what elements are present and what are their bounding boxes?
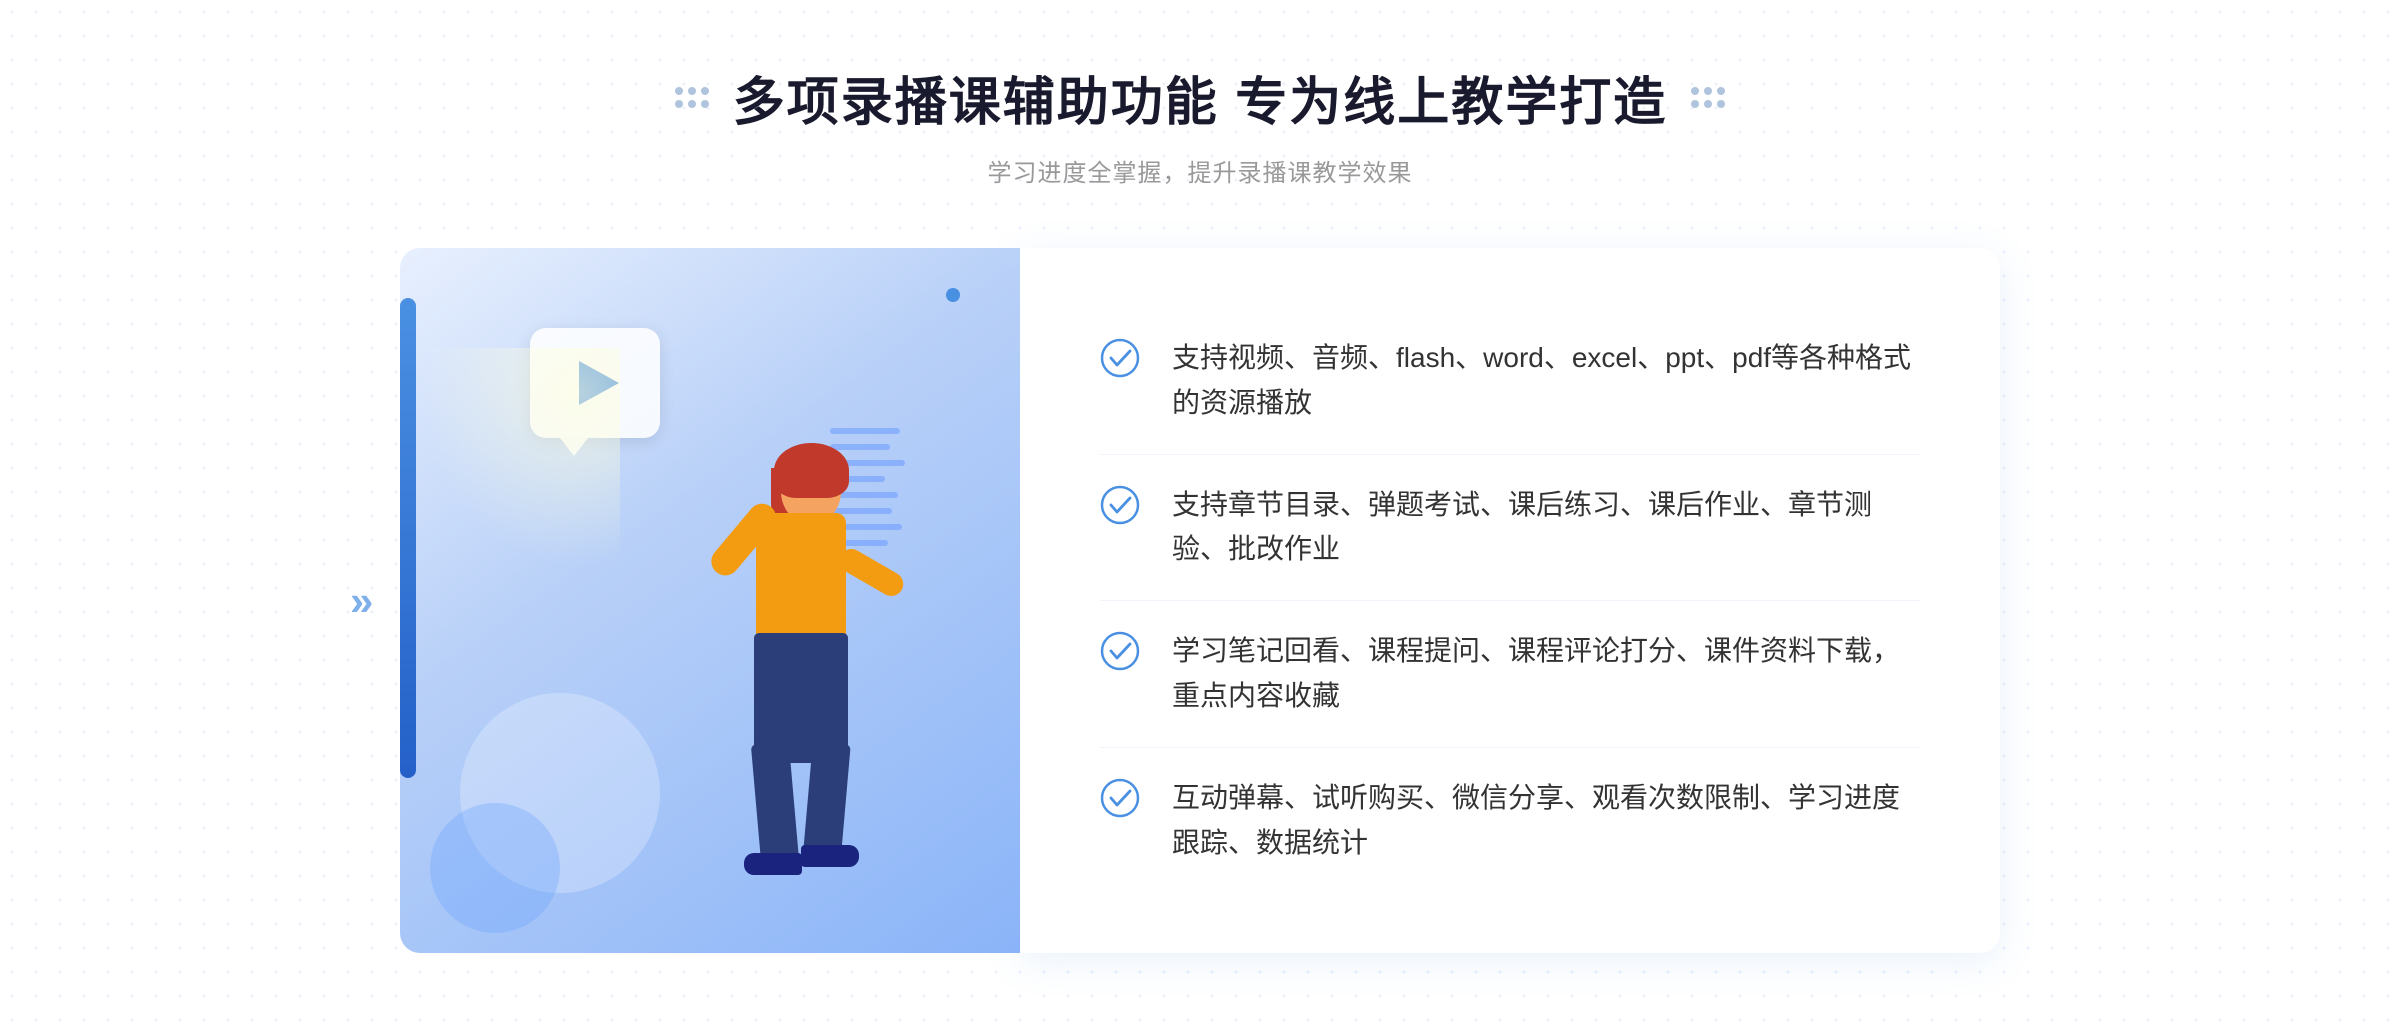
deco-arrows-icon: » xyxy=(350,577,373,625)
feature-item-1: 支持视频、音频、flash、word、excel、ppt、pdf等各种格式的资源… xyxy=(1100,308,1920,454)
deco-circle-medium xyxy=(430,803,560,933)
deco-dot-small xyxy=(946,288,960,302)
person-shoe-right xyxy=(801,845,859,867)
feature-item-3: 学习笔记回看、课程提问、课程评论打分、课件资料下载，重点内容收藏 xyxy=(1100,600,1920,747)
person-shoe-left xyxy=(744,853,802,875)
check-circle-icon-4 xyxy=(1100,778,1140,818)
main-title: 多项录播课辅助功能 专为线上教学打造 xyxy=(733,60,1667,135)
feature-text-3: 学习笔记回看、课程提问、课程评论打分、课件资料下载，重点内容收藏 xyxy=(1172,629,1920,719)
right-decorative-dots xyxy=(1691,87,1725,108)
content-area: » xyxy=(400,248,2000,953)
play-bubble xyxy=(530,328,660,438)
check-circle-icon-1 xyxy=(1100,338,1140,378)
illustration-panel: » xyxy=(400,248,1020,953)
feature-text-1: 支持视频、音频、flash、word、excel、ppt、pdf等各种格式的资源… xyxy=(1172,336,1920,426)
left-decorative-dots xyxy=(675,87,709,108)
feature-item-4: 互动弹幕、试听购买、微信分享、观看次数限制、学习进度跟踪、数据统计 xyxy=(1100,747,1920,894)
page-container: 多项录播课辅助功能 专为线上教学打造 学习进度全掌握，提升录播课教学效果 » xyxy=(0,0,2400,1033)
person-hair xyxy=(774,443,849,498)
feature-text-4: 互动弹幕、试听购买、微信分享、观看次数限制、学习进度跟踪、数据统计 xyxy=(1172,776,1920,866)
play-triangle-icon xyxy=(579,361,619,405)
header-section: 多项录播课辅助功能 专为线上教学打造 学习进度全掌握，提升录播课教学效果 xyxy=(675,60,1725,188)
blue-bar xyxy=(400,298,416,778)
features-panel: 支持视频、音频、flash、word、excel、ppt、pdf等各种格式的资源… xyxy=(1020,248,2000,953)
check-circle-icon-2 xyxy=(1100,485,1140,525)
feature-text-2: 支持章节目录、弹题考试、课后练习、课后作业、章节测验、批改作业 xyxy=(1172,483,1920,573)
person-body xyxy=(756,513,846,643)
feature-item-2: 支持章节目录、弹题考试、课后练习、课后作业、章节测验、批改作业 xyxy=(1100,454,1920,601)
person-leg-right xyxy=(803,742,850,855)
check-circle-icon-3 xyxy=(1100,631,1140,671)
person-figure xyxy=(626,433,906,953)
title-row: 多项录播课辅助功能 专为线上教学打造 xyxy=(675,60,1725,135)
sub-title: 学习进度全掌握，提升录播课教学效果 xyxy=(675,153,1725,188)
